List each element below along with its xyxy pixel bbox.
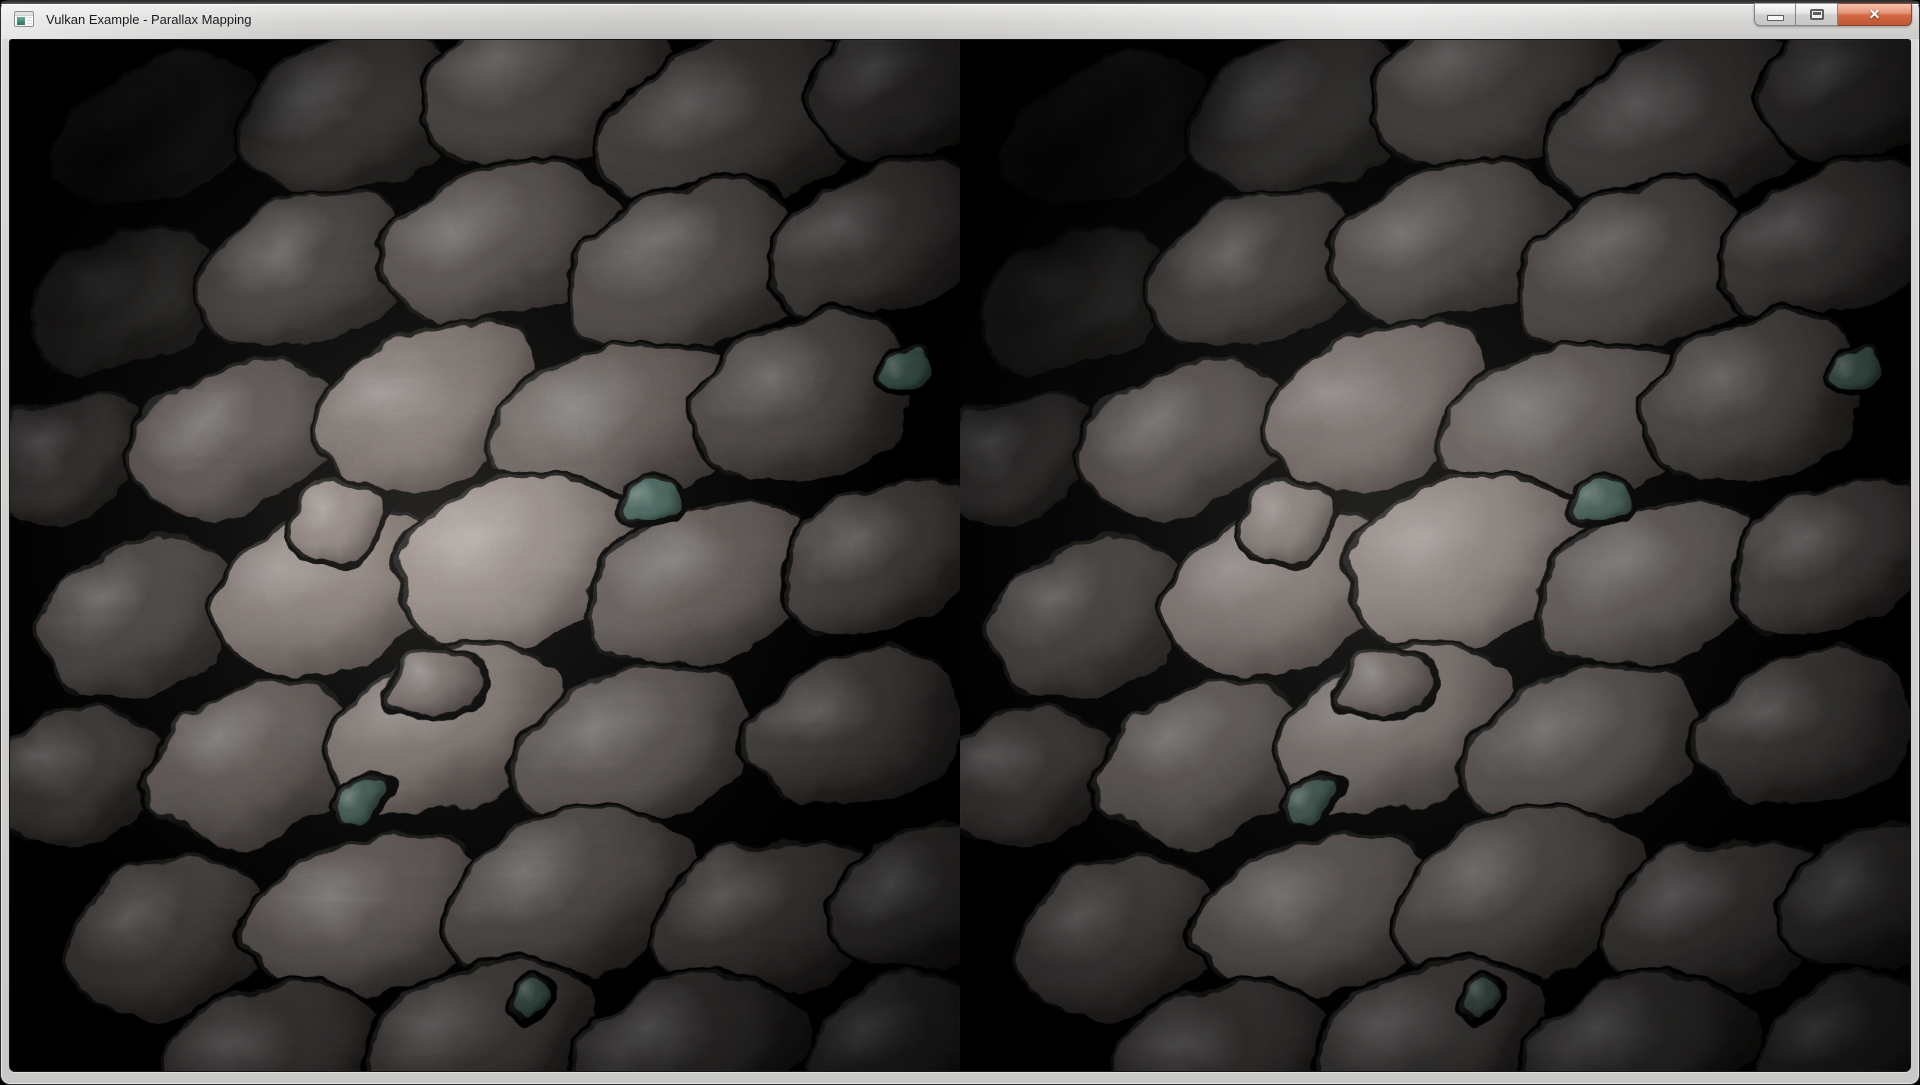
maximize-icon bbox=[1810, 9, 1824, 20]
close-icon: ✕ bbox=[1869, 6, 1881, 23]
window-controls: ✕ bbox=[1754, 3, 1912, 26]
close-button[interactable]: ✕ bbox=[1838, 3, 1912, 26]
minimize-icon bbox=[1767, 15, 1784, 21]
left-render-viewport bbox=[10, 40, 960, 1071]
maximize-button[interactable] bbox=[1796, 3, 1838, 26]
app-icon bbox=[14, 11, 34, 27]
minimize-button[interactable] bbox=[1754, 3, 1796, 26]
window-title: Vulkan Example - Parallax Mapping bbox=[46, 13, 251, 27]
title-bar[interactable]: Vulkan Example - Parallax Mapping ✕ bbox=[1, 1, 1919, 39]
render-area[interactable] bbox=[9, 39, 1911, 1072]
app-window: Vulkan Example - Parallax Mapping ✕ bbox=[0, 0, 1920, 1085]
right-render-viewport bbox=[960, 40, 1910, 1071]
